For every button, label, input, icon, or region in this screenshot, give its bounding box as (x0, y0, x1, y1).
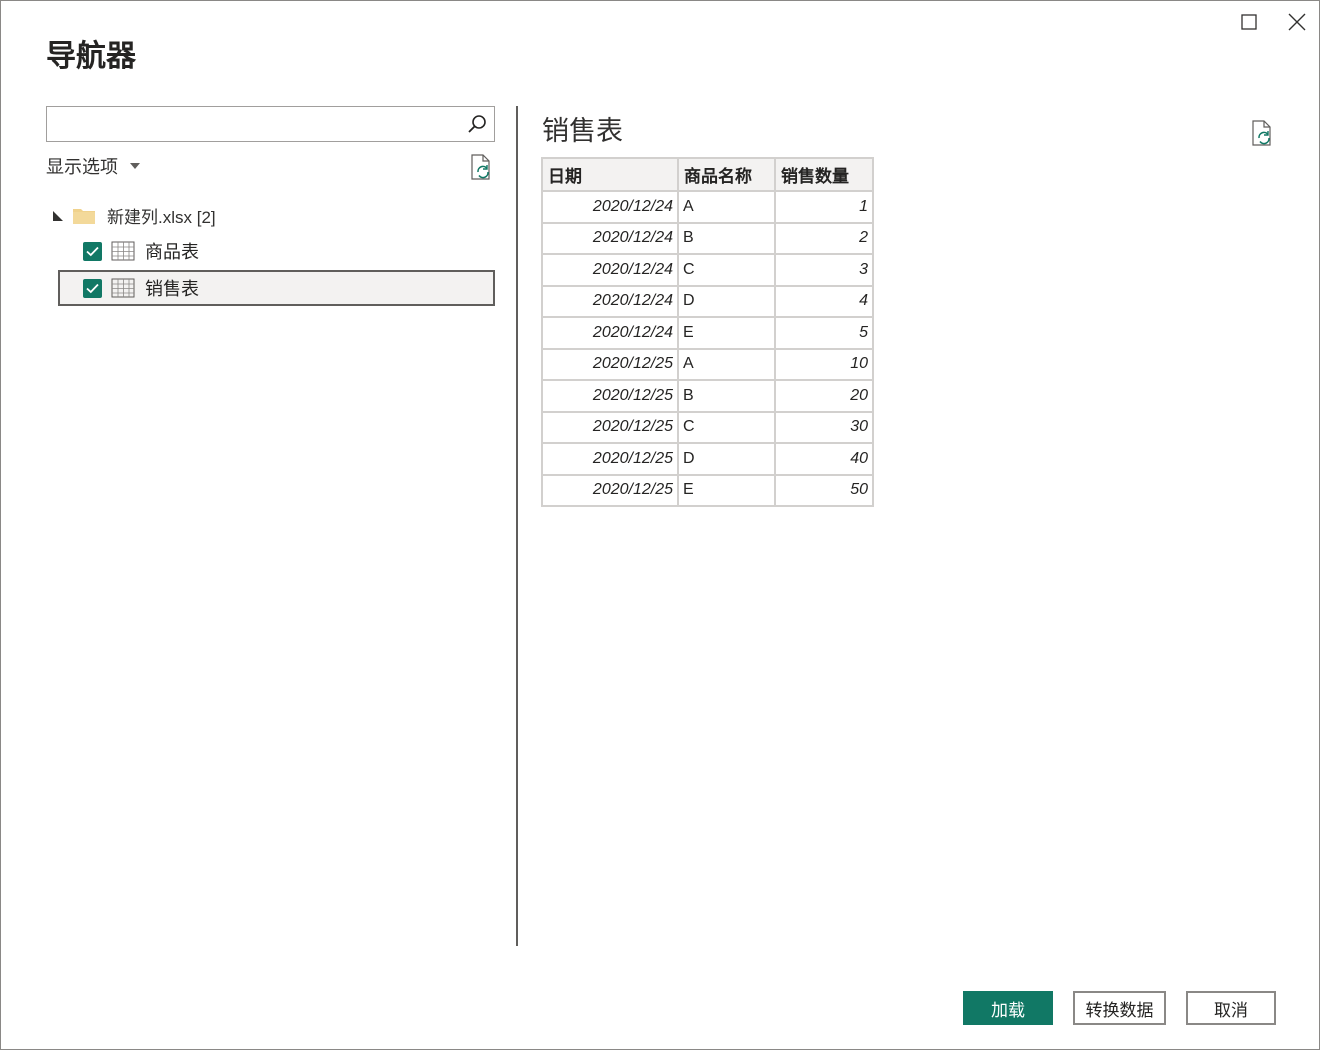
checkmark-icon (86, 246, 99, 256)
tree-item-product-table[interactable]: 商品表 (58, 233, 495, 269)
table-header-row: 日期 商品名称 销售数量 (541, 157, 874, 192)
maximize-icon (1241, 14, 1257, 30)
search-box[interactable] (46, 106, 495, 142)
cell-date: 2020/12/25 (541, 473, 679, 507)
collapse-triangle-icon[interactable] (53, 211, 63, 221)
table-row: 2020/12/25 B 20 (541, 379, 874, 413)
cell-date: 2020/12/25 (541, 379, 679, 413)
column-header-quantity[interactable]: 销售数量 (774, 157, 874, 192)
tree-root-label: 新建列.xlsx [2] (107, 207, 216, 227)
cell-product: C (677, 253, 776, 287)
folder-icon (73, 208, 95, 224)
cell-quantity: 3 (774, 253, 874, 287)
cell-date: 2020/12/25 (541, 442, 679, 476)
table-row: 2020/12/24 A 1 (541, 190, 874, 224)
cell-product: C (677, 410, 776, 444)
cell-quantity: 50 (774, 473, 874, 507)
transform-data-button[interactable]: 转换数据 (1073, 991, 1166, 1025)
checkbox-checked[interactable] (83, 241, 102, 261)
checkmark-icon (86, 283, 99, 293)
table-row: 2020/12/25 A 10 (541, 347, 874, 381)
cell-quantity: 40 (774, 442, 874, 476)
search-input[interactable] (47, 107, 457, 141)
checkbox-checked[interactable] (83, 278, 102, 298)
cell-date: 2020/12/25 (541, 347, 679, 381)
cell-product: D (677, 442, 776, 476)
table-row: 2020/12/25 E 50 (541, 473, 874, 507)
cell-quantity: 30 (774, 410, 874, 444)
cell-product: B (677, 379, 776, 413)
column-header-date[interactable]: 日期 (541, 157, 679, 192)
close-button[interactable] (1282, 7, 1312, 37)
cell-product: A (677, 347, 776, 381)
display-options-dropdown[interactable]: 显示选项 (46, 154, 140, 178)
cell-date: 2020/12/24 (541, 221, 679, 255)
close-icon (1288, 13, 1306, 31)
cell-quantity: 1 (774, 190, 874, 224)
cell-product: E (677, 316, 776, 350)
preview-table: 日期 商品名称 销售数量 2020/12/24 A 1 2020/12/24 B… (541, 157, 874, 507)
table-row: 2020/12/25 C 30 (541, 410, 874, 444)
cell-quantity: 10 (774, 347, 874, 381)
dialog-title: 导航器 (46, 40, 136, 73)
refresh-icon[interactable] (467, 153, 495, 181)
refresh-preview-icon[interactable] (1248, 119, 1276, 147)
table-row: 2020/12/24 C 3 (541, 253, 874, 287)
cell-quantity: 2 (774, 221, 874, 255)
load-button[interactable]: 加载 (963, 991, 1053, 1025)
tree-item-label: 销售表 (145, 279, 199, 299)
tree-root-file[interactable]: 新建列.xlsx [2] (53, 201, 493, 229)
navigator-dialog: 导航器 显示选项 新建列.xlsx [2] 商品表 销售表 销售表 日期 商品名… (0, 0, 1320, 1050)
cell-product: B (677, 221, 776, 255)
maximize-button[interactable] (1234, 7, 1264, 37)
cell-date: 2020/12/24 (541, 316, 679, 350)
table-row: 2020/12/24 B 2 (541, 221, 874, 255)
table-row: 2020/12/24 D 4 (541, 284, 874, 318)
cell-date: 2020/12/25 (541, 410, 679, 444)
cell-product: E (677, 473, 776, 507)
cell-product: D (677, 284, 776, 318)
cell-date: 2020/12/24 (541, 190, 679, 224)
cell-date: 2020/12/24 (541, 253, 679, 287)
column-header-product[interactable]: 商品名称 (677, 157, 776, 192)
display-options-label: 显示选项 (46, 157, 118, 177)
search-icon[interactable] (466, 113, 488, 135)
panel-divider[interactable] (516, 106, 518, 946)
cell-quantity: 5 (774, 316, 874, 350)
table-icon (111, 241, 135, 261)
cell-quantity: 20 (774, 379, 874, 413)
tree-item-sales-table[interactable]: 销售表 (58, 270, 495, 306)
cell-quantity: 4 (774, 284, 874, 318)
chevron-down-icon (130, 163, 140, 169)
table-row: 2020/12/25 D 40 (541, 442, 874, 476)
cancel-button[interactable]: 取消 (1186, 991, 1276, 1025)
tree-item-label: 商品表 (145, 242, 199, 262)
cell-date: 2020/12/24 (541, 284, 679, 318)
table-row: 2020/12/24 E 5 (541, 316, 874, 350)
cell-product: A (677, 190, 776, 224)
table-icon (111, 278, 135, 298)
preview-title: 销售表 (542, 116, 623, 146)
